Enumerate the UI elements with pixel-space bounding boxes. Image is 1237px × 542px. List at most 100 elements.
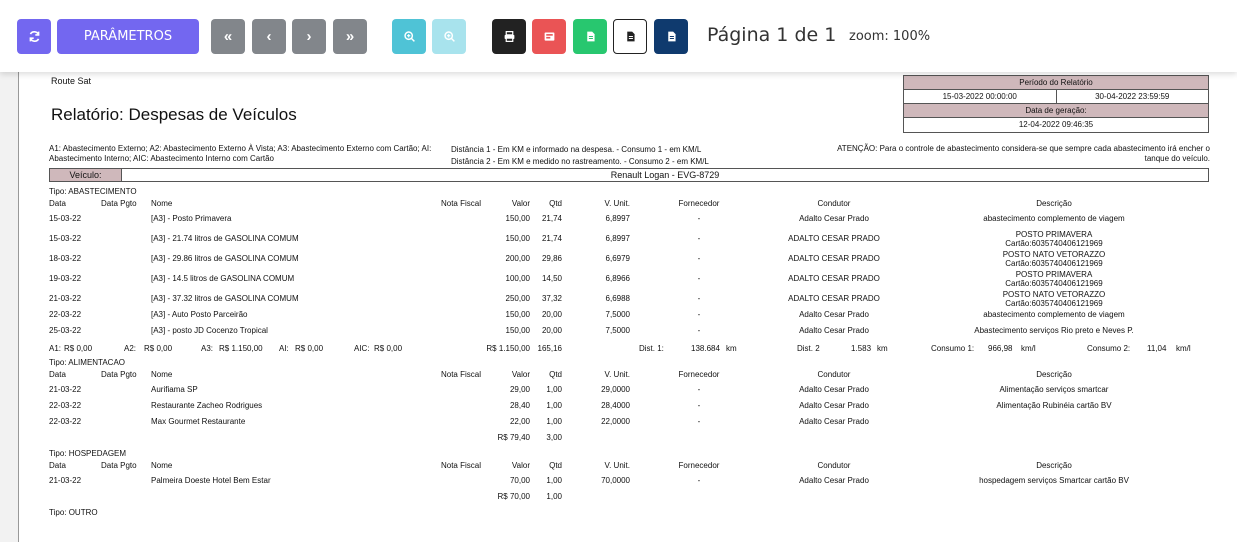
legend-distance-1: Distância 1 - Em KM e informado na despe… (451, 145, 702, 154)
row-description-card: Cartão:6035740406121969 (1005, 299, 1103, 308)
column-header-nome: Nome (151, 370, 173, 379)
zoom-out-button[interactable] (432, 19, 466, 54)
row-date: 22-03-22 (49, 417, 82, 426)
zoom-in-icon (403, 31, 415, 42)
row-date: 22-03-22 (49, 310, 82, 319)
company-name: Route Sat (51, 76, 92, 86)
excel-icon (586, 31, 595, 42)
row-value: 150,00 (505, 326, 530, 335)
previous-page-button[interactable]: ‹ (252, 19, 286, 54)
period-row: 15-03-2022 00:00:00 30-04-2022 23:59:59 (904, 90, 1208, 104)
row-unit-value: 6,6988 (605, 294, 630, 303)
summary-total: R$ 79,40 (497, 433, 530, 442)
row-driver: Adalto Cesar Prado (799, 214, 869, 223)
section-title: Tipo: ABASTECIMENTO (49, 187, 137, 196)
row-supplier: - (697, 310, 701, 319)
row-date: 15-03-22 (49, 214, 82, 223)
print-button[interactable] (492, 19, 526, 54)
row-driver: ADALTO CESAR PRADO (788, 274, 880, 283)
row-description-card: Cartão:6035740406121969 (1005, 259, 1103, 268)
row-unit-value: 6,6979 (605, 254, 630, 263)
column-header-valor: Valor (511, 461, 530, 470)
column-header-nome: Nome (151, 461, 173, 470)
row-date: 25-03-22 (49, 326, 82, 335)
column-header-data-pgto: Data Pgto (101, 370, 137, 379)
section-title: Tipo: ALIMENTACAO (49, 358, 126, 367)
row-qty: 20,00 (541, 326, 562, 335)
summary-cons1-label: Consumo 1: (931, 344, 975, 353)
row-supplier: - (697, 294, 701, 303)
row-date: 18-03-22 (49, 254, 82, 263)
row-value: 150,00 (505, 310, 530, 319)
last-page-button[interactable]: » (333, 19, 367, 54)
vehicle-row: Veículo: Renault Logan - EVG-8729 (49, 168, 1209, 182)
row-supplier: - (697, 417, 701, 426)
column-header-descricao: Descrição (1036, 199, 1072, 208)
row-supplier: - (697, 401, 701, 410)
pdf-icon (544, 32, 554, 41)
column-header-qtd: Qtd (549, 199, 562, 208)
row-name: Restaurante Zacheo Rodrigues (151, 401, 263, 410)
row-driver: Adalto Cesar Prado (799, 401, 869, 410)
attention-note: ATENÇÃO: Para o controle de abasteciment… (837, 144, 1210, 163)
row-value: 70,00 (509, 476, 530, 485)
row-qty: 21,74 (541, 234, 562, 243)
column-header-descricao: Descrição (1036, 461, 1072, 470)
row-qty: 1,00 (546, 476, 562, 485)
row-name: [A3] - posto JD Cocenzo Tropical (151, 326, 268, 335)
summary-dist2-label: Dist. 2 (797, 344, 820, 353)
column-header-data: Data (49, 199, 66, 208)
export-pdf-button[interactable] (532, 19, 566, 54)
row-qty: 21,74 (541, 214, 562, 223)
row-name: [A3] - 29.86 litros de GASOLINA COMUM (151, 254, 299, 263)
column-header-nota: Nota Fiscal (440, 370, 481, 379)
first-page-button[interactable]: « (211, 19, 245, 54)
column-header-condutor: Condutor (817, 370, 851, 379)
column-header-fornecedor: Fornecedor (678, 370, 720, 379)
page-indicator: Página 1 de 1 (707, 24, 837, 46)
zoom-out-icon (443, 31, 455, 42)
column-header-data-pgto: Data Pgto (101, 199, 137, 208)
summary-a1: R$ 0,00 (64, 344, 93, 353)
row-qty: 1,00 (546, 401, 562, 410)
column-header-data: Data (49, 461, 66, 470)
summary-aic-label: AIC: (354, 344, 370, 353)
row-description-card: Cartão:6035740406121969 (1005, 279, 1103, 288)
export-doc-button[interactable] (654, 19, 688, 54)
summary-total: R$ 1.150,00 (486, 344, 530, 353)
column-header-data: Data (49, 370, 66, 379)
column-header-fornecedor: Fornecedor (678, 199, 720, 208)
generation-header: Data de geração: (904, 104, 1208, 118)
row-qty: 20,00 (541, 310, 562, 319)
summary-aic: R$ 0,00 (374, 344, 403, 353)
row-driver: Adalto Cesar Prado (799, 310, 869, 319)
column-header-nota: Nota Fiscal (440, 461, 481, 470)
report-toolbar: PARÂMETROS « ‹ › » Página 1 de 1 zoom: 1… (0, 0, 1237, 72)
row-description-card: Cartão:6035740406121969 (1005, 239, 1103, 248)
zoom-in-button[interactable] (392, 19, 426, 54)
column-header-vunit: V. Unit. (604, 461, 631, 470)
row-name: [A3] - 14.5 litros de GASOLINA COMUM (151, 274, 295, 283)
summary-dist2-unit: km (877, 344, 888, 353)
export-excel-button[interactable] (573, 19, 607, 54)
export-word-button[interactable] (613, 19, 647, 54)
row-unit-value: 70,0000 (601, 476, 630, 485)
row-value: 200,00 (505, 254, 530, 263)
summary-a1-label: A1: (49, 344, 62, 353)
row-driver: Adalto Cesar Prado (799, 326, 869, 335)
section-title: Tipo: OUTRO (49, 508, 98, 517)
row-date: 21-03-22 (49, 294, 82, 303)
report-title: Relatório: Despesas de Veículos (51, 105, 297, 124)
row-unit-value: 7,5000 (605, 326, 630, 335)
refresh-button[interactable] (17, 19, 51, 54)
parameters-button[interactable]: PARÂMETROS (57, 19, 199, 54)
row-name: Aurifiama SP (151, 385, 198, 394)
row-unit-value: 7,5000 (605, 310, 630, 319)
summary-dist2: 1.583 (851, 344, 872, 353)
summary-qty: 1,00 (546, 492, 562, 501)
column-header-vunit: V. Unit. (604, 199, 631, 208)
row-qty: 1,00 (546, 385, 562, 394)
next-page-button[interactable]: › (292, 19, 326, 54)
row-name: [A3] - 21.74 litros de GASOLINA COMUM (151, 234, 299, 243)
row-date: 21-03-22 (49, 476, 82, 485)
